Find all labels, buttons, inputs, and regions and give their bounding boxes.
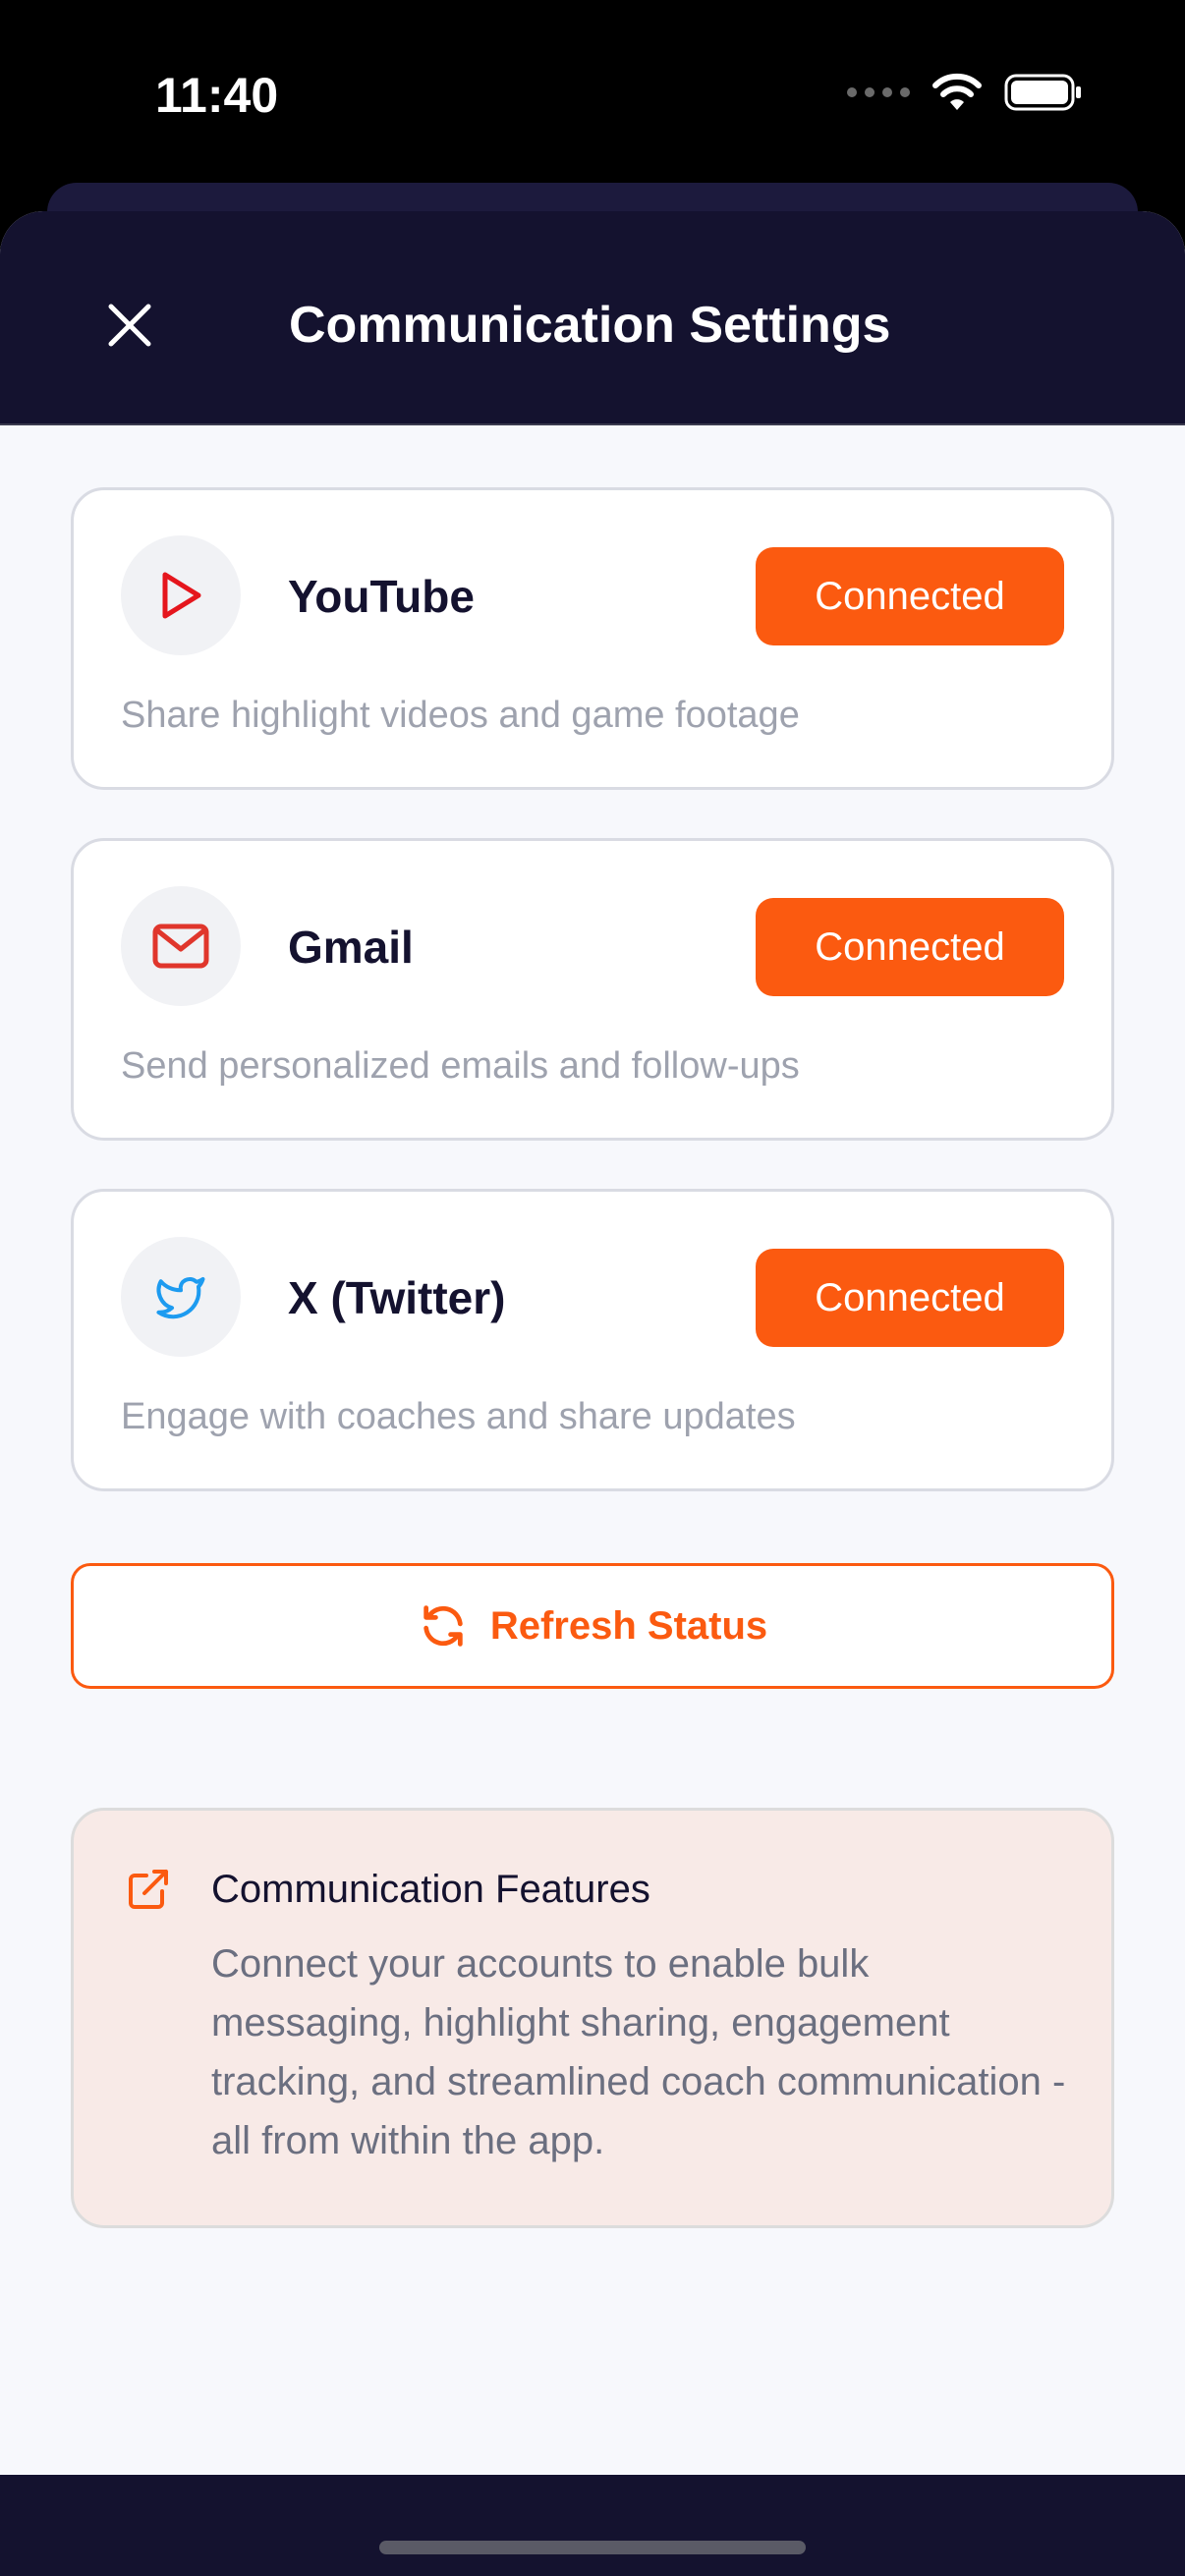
integration-name: X (Twitter) — [288, 1272, 506, 1323]
close-button[interactable] — [94, 290, 165, 361]
integration-card-youtube: YouTube Connected Share highlight videos… — [71, 487, 1114, 790]
integration-description: Share highlight videos and game footage — [121, 695, 800, 736]
integration-card-gmail: Gmail Connected Send personalized emails… — [71, 838, 1114, 1141]
youtube-icon-container — [121, 535, 241, 655]
twitter-icon-container — [121, 1237, 241, 1357]
status-icons — [847, 73, 1083, 112]
battery-icon — [1004, 74, 1081, 111]
integration-description: Engage with coaches and share updates — [121, 1396, 796, 1437]
close-icon — [108, 304, 151, 347]
home-indicator[interactable] — [379, 2541, 806, 2554]
gmail-icon-container — [121, 886, 241, 1006]
bottom-bar — [0, 2475, 1185, 2576]
refresh-icon — [423, 1605, 463, 1647]
integration-name: Gmail — [288, 922, 414, 973]
refresh-status-label: Refresh Status — [489, 1603, 768, 1648]
status-bar: 11:40 — [0, 0, 1185, 187]
info-text: Connect your accounts to enable bulk mes… — [211, 1942, 1066, 2162]
communication-settings-sheet: Communication Settings YouTube Connected… — [0, 211, 1185, 2576]
external-link-icon — [129, 1870, 168, 1909]
page-title: Communication Settings — [289, 297, 891, 354]
integration-description: Send personalized emails and follow-ups — [121, 1045, 800, 1087]
gmail-connected-button[interactable]: Connected — [756, 898, 1064, 996]
status-time: 11:40 — [155, 68, 279, 123]
integration-name: YouTube — [288, 571, 475, 622]
sheet-header: Communication Settings — [0, 211, 1185, 425]
signal-dots-icon — [847, 87, 910, 97]
communication-features-info: Communication Features Connect your acco… — [71, 1808, 1114, 2228]
play-icon — [162, 572, 201, 619]
youtube-connected-button[interactable]: Connected — [756, 547, 1064, 645]
wifi-icon — [932, 73, 982, 110]
twitter-connected-button[interactable]: Connected — [756, 1249, 1064, 1347]
mail-icon — [152, 924, 209, 969]
twitter-bird-icon — [156, 1276, 205, 1319]
refresh-status-button[interactable]: Refresh Status — [71, 1563, 1114, 1689]
integration-card-twitter: X (Twitter) Connected Engage with coache… — [71, 1189, 1114, 1491]
info-title: Communication Features — [211, 1868, 650, 1911]
